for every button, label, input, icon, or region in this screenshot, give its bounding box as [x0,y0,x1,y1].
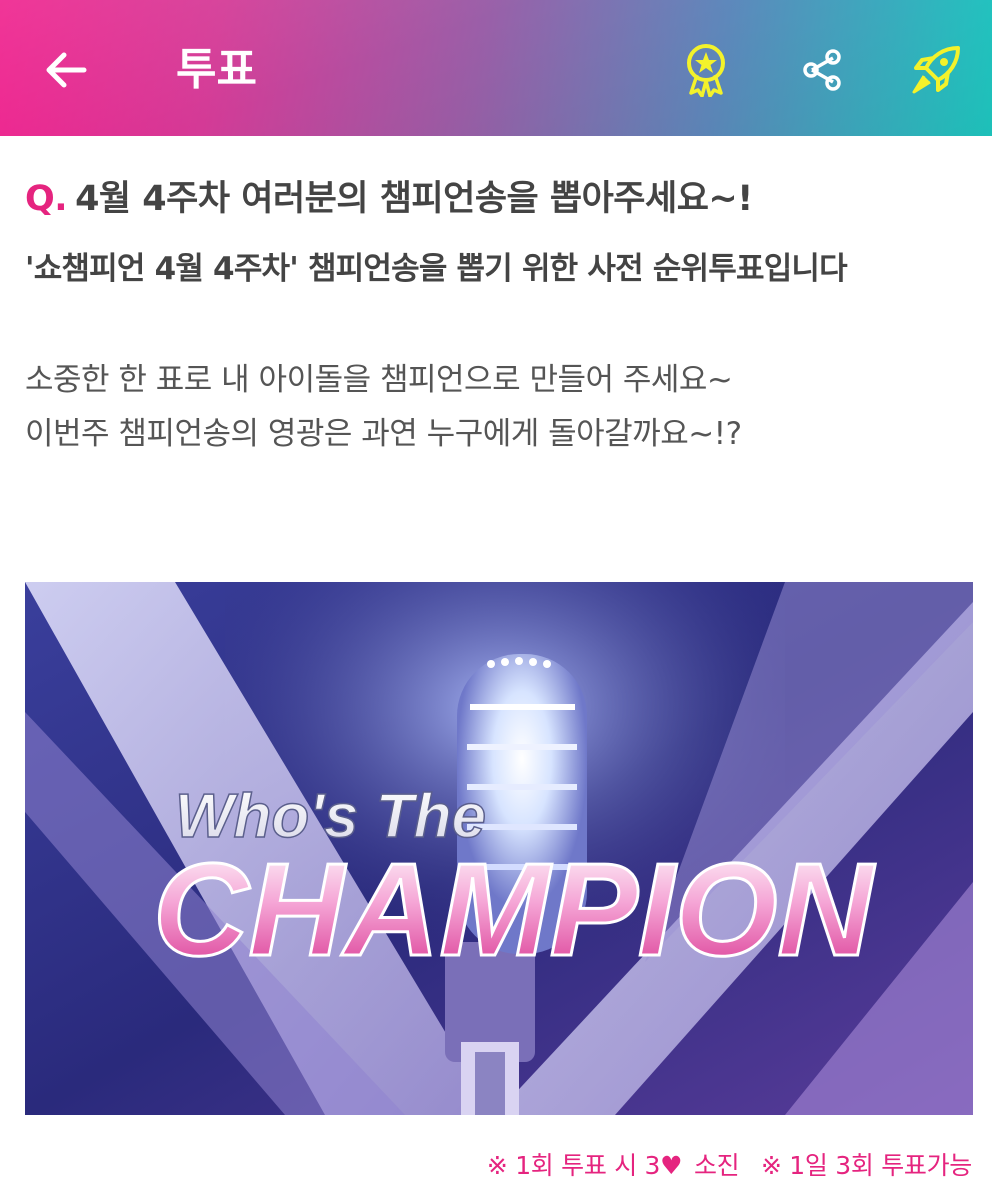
description-line-2: 이번주 챔피언송의 영광은 과연 누구에게 돌아갈까요~!? [25,416,742,452]
page-title: 투표 [176,44,257,95]
vote-cost-note: ※ 1회 투표 시 3♥ 소진 ※ 1일 3회 투표가능 [483,1146,972,1182]
question-prefix: Q. [25,179,68,219]
vote-cost-suffix: 소진 [693,1151,740,1180]
vote-cost-text: ※ 1회 투표 시 3 [486,1151,661,1180]
banner-line-2: CHAMPION [153,836,876,983]
award-button[interactable] [676,40,736,100]
app-bar: 투표 [0,0,992,136]
poll-question: Q. 4월 4주차 여러분의 챔피언송을 뽑아주세요~! [25,170,975,221]
rocket-icon [912,46,960,94]
poll-subtitle: '쇼챔피언 4월 4주차' 챔피언송을 뽑기 위한 사전 순위투표입니다 [25,251,848,287]
description-line-1: 소중한 한 표로 내 아이돌을 챔피언으로 만들어 주세요~ [25,362,733,398]
share-icon [803,49,841,91]
share-button[interactable] [792,40,852,100]
heart-icon: ♥ [660,1151,683,1180]
back-arrow-icon [46,52,87,88]
award-badge-icon [687,44,725,97]
show-champion-banner: Who's The CHAMPION [25,582,973,1115]
boost-button[interactable] [906,40,966,100]
back-button[interactable] [40,46,92,94]
question-text: 4월 4주차 여러분의 챔피언송을 뽑아주세요~! [75,179,753,219]
banner-artwork: Who's The CHAMPION [25,582,973,1115]
daily-vote-limit: ※ 1일 3회 투표가능 [761,1151,972,1180]
